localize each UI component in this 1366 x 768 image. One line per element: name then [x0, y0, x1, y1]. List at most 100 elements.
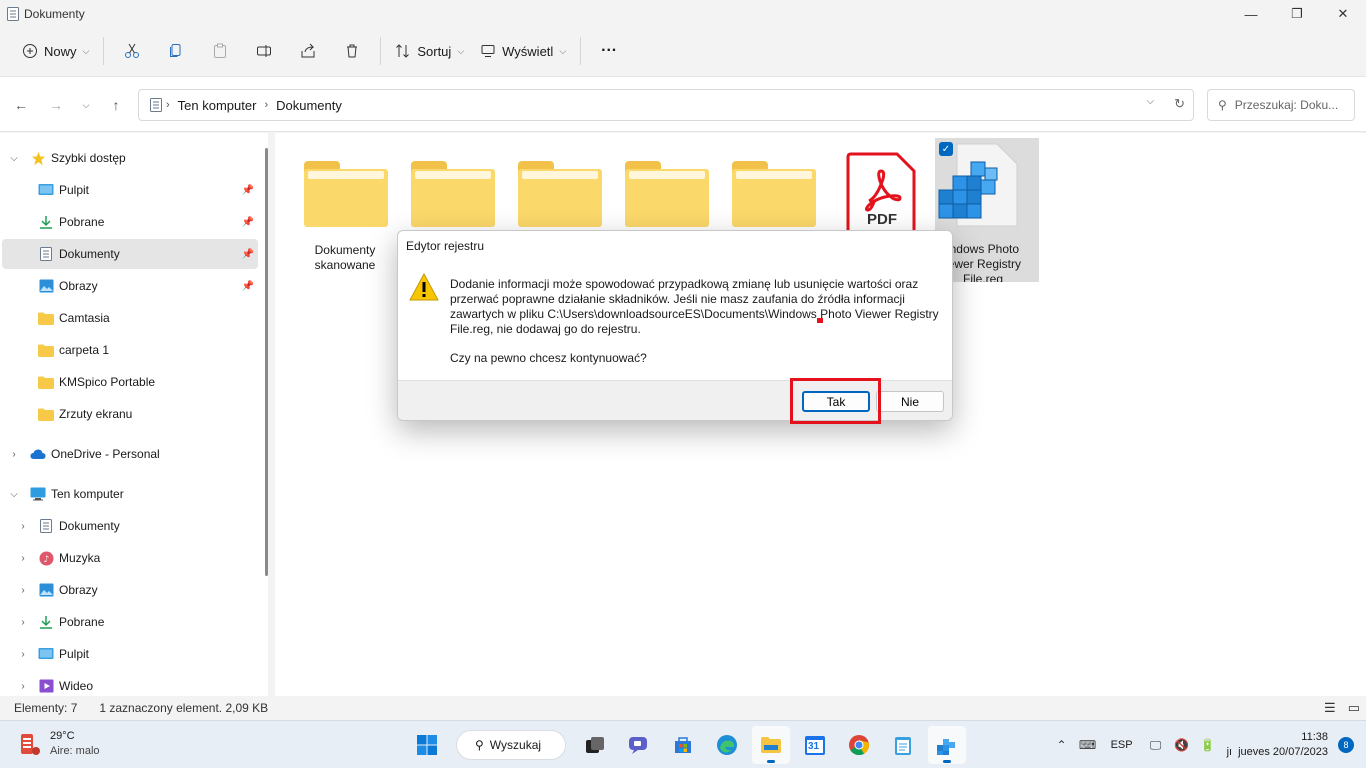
notification-badge[interactable]: 8: [1338, 737, 1354, 753]
folder-icon: [303, 151, 389, 237]
sidebar-item-pc-documents[interactable]: › Dokumenty: [2, 511, 258, 541]
recent-locations-button[interactable]: ⌵: [76, 95, 96, 115]
yes-button-highlight: [790, 378, 881, 424]
sidebar-item-kmspico[interactable]: KMSpico Portable: [2, 367, 258, 397]
weather-widget[interactable]: 29°C Aire: malo: [18, 729, 100, 759]
dialog-message-line: File.reg, nie dodawaj go do rejestru.: [450, 322, 641, 336]
notepad-icon: [895, 737, 911, 755]
trash-icon: [347, 44, 358, 58]
task-view-button[interactable]: [576, 726, 614, 764]
chevron-right-icon[interactable]: ›: [17, 681, 29, 692]
more-options-button[interactable]: ···: [587, 34, 631, 68]
chevron-down-icon: ⌵: [82, 99, 90, 110]
cut-button[interactable]: [110, 34, 154, 68]
sidebar-item-carpeta-1[interactable]: carpeta 1: [2, 335, 258, 365]
chevron-right-icon[interactable]: ›: [17, 617, 29, 628]
registry-editor-button[interactable]: [928, 726, 966, 764]
clock[interactable]: 11:38 jı jueves 20/07/2023: [1227, 730, 1328, 760]
chevron-right-icon[interactable]: ›: [17, 521, 29, 532]
sidebar-item-pc-desktop[interactable]: › Pulpit: [2, 639, 258, 669]
cursor-marker: [817, 318, 823, 323]
folder-icon: [731, 151, 817, 237]
back-button[interactable]: ←: [11, 95, 31, 115]
keyboard-icon[interactable]: ⌨: [1075, 732, 1101, 758]
pictures-icon: [38, 278, 54, 294]
taskbar-search-label: Wyszukaj: [489, 738, 542, 752]
sidebar-item-screenshots[interactable]: Zrzuty ekranu: [2, 399, 258, 429]
sidebar-item-quick-access[interactable]: ⌵ Szybki dostęp: [2, 143, 258, 173]
chevron-down-icon[interactable]: ⌵: [8, 489, 20, 500]
arrow-left-icon: ←: [14, 97, 28, 113]
no-button[interactable]: Nie: [876, 391, 944, 412]
forward-button[interactable]: →: [46, 95, 66, 115]
view-label: Wyświetl: [502, 43, 554, 59]
scissors-icon: [125, 43, 140, 58]
documents-icon: [150, 98, 162, 112]
chat-icon: [629, 737, 647, 754]
file-tile-folder[interactable]: Dokumenty skanowane: [293, 139, 397, 283]
share-button[interactable]: [286, 34, 330, 68]
sidebar-item-camtasia[interactable]: Camtasia: [2, 303, 258, 333]
taskbar-search[interactable]: ⚲ Wyszukaj: [456, 730, 566, 760]
pin-icon: 📌: [241, 248, 254, 260]
divider: [580, 37, 582, 65]
maximize-button[interactable]: ❐: [1274, 0, 1320, 28]
network-icon[interactable]: 🖵: [1143, 732, 1169, 758]
sidebar-item-pictures[interactable]: Obrazy 📌: [2, 271, 258, 301]
sidebar-item-videos[interactable]: › Wideo: [2, 671, 258, 696]
chrome-button[interactable]: [840, 726, 878, 764]
video-icon: [38, 678, 54, 694]
battery-icon[interactable]: 🔋: [1195, 732, 1221, 758]
breadcrumb-this-pc[interactable]: Ten komputer: [178, 98, 257, 113]
sidebar-item-documents[interactable]: Dokumenty 📌: [2, 239, 258, 269]
sidebar-item-desktop[interactable]: Pulpit 📌: [2, 175, 258, 205]
input-language[interactable]: ESP: [1111, 739, 1133, 751]
sidebar-item-pc-pictures[interactable]: › Obrazy: [2, 575, 258, 605]
chevron-up-icon: ⌃: [1056, 738, 1067, 752]
chevron-right-icon[interactable]: ›: [17, 553, 29, 564]
file-name: Dokumenty skanowane: [314, 243, 376, 272]
copy-button[interactable]: [154, 34, 198, 68]
edge-browser-button[interactable]: [708, 726, 746, 764]
chevron-down-icon[interactable]: ⌵: [8, 153, 20, 164]
delete-button[interactable]: [330, 34, 374, 68]
up-button[interactable]: ↑: [106, 95, 126, 115]
minimize-button[interactable]: —: [1228, 0, 1274, 28]
close-button[interactable]: ✕: [1320, 0, 1366, 28]
view-button[interactable]: Wyświetl ⌵: [472, 34, 574, 68]
tiles-view-icon[interactable]: ▭: [1348, 700, 1360, 716]
chevron-right-icon[interactable]: ›: [17, 585, 29, 596]
rename-button[interactable]: [242, 34, 286, 68]
star-icon: [30, 150, 46, 166]
sidebar-item-onedrive[interactable]: › OneDrive - Personal: [2, 439, 258, 469]
search-input[interactable]: ⚲ Przeszukaj: Doku...: [1207, 89, 1355, 121]
sidebar-scrollbar[interactable]: [265, 148, 268, 576]
microsoft-store-button[interactable]: [664, 726, 702, 764]
system-tray: ⌃ ⌨ ESP 🖵 🔇 🔋 11:38 jı jueves 20/07/2023 …: [1049, 721, 1366, 768]
sidebar-item-music[interactable]: › ♪ Muzyka: [2, 543, 258, 573]
calendar-button[interactable]: 31: [796, 726, 834, 764]
file-explorer-button[interactable]: [752, 726, 790, 764]
teams-chat-button[interactable]: [620, 726, 658, 764]
breadcrumb-separator-icon: ›: [264, 99, 269, 111]
chevron-right-icon[interactable]: ›: [17, 649, 29, 660]
notepad-button[interactable]: [884, 726, 922, 764]
show-hidden-icons-button[interactable]: ⌃: [1049, 732, 1075, 758]
start-button[interactable]: [408, 726, 446, 764]
sidebar-item-pc-downloads[interactable]: › Pobrane: [2, 607, 258, 637]
address-history-dropdown-icon[interactable]: ⌵: [1147, 96, 1155, 112]
breadcrumb-documents[interactable]: Dokumenty: [276, 98, 342, 113]
sidebar-item-label: Pulpit: [59, 647, 90, 661]
address-bar[interactable]: › Ten komputer › Dokumenty ⌵ ↻: [138, 89, 1194, 121]
details-view-icon[interactable]: ☰: [1324, 700, 1336, 716]
chevron-right-icon[interactable]: ›: [8, 449, 20, 460]
chevron-down-icon: ⌵: [559, 45, 567, 56]
sidebar-item-this-pc[interactable]: ⌵ Ten komputer: [2, 479, 258, 509]
volume-muted-icon[interactable]: 🔇: [1169, 732, 1195, 758]
sidebar-item-downloads[interactable]: Pobrane 📌: [2, 207, 258, 237]
new-button[interactable]: Nowy ⌵: [14, 34, 97, 68]
sort-button[interactable]: Sortuj ⌵: [387, 34, 472, 68]
divider: [380, 37, 382, 65]
paste-button[interactable]: [198, 34, 242, 68]
refresh-icon[interactable]: ↻: [1174, 96, 1185, 112]
